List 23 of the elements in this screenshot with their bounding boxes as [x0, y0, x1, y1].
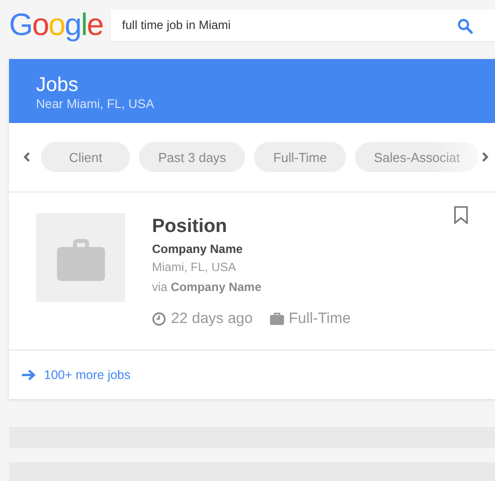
job-source: via Company Name: [152, 279, 262, 296]
job-location: Miami, FL, USA: [152, 259, 238, 276]
search-field[interactable]: full time job in Miami: [111, 10, 495, 40]
chevron-right-icon[interactable]: [481, 152, 489, 162]
search-icon[interactable]: [457, 18, 473, 34]
filter-chip[interactable]: Full-Time: [254, 142, 346, 172]
jobs-location: Near Miami, FL, USA: [36, 96, 156, 112]
bookmark-icon[interactable]: [454, 206, 468, 224]
filter-chip[interactable]: Sales-Associat: [354, 142, 479, 172]
google-logo[interactable]: Google: [9, 8, 104, 42]
more-jobs-link[interactable]: 100+ more jobs: [22, 368, 131, 382]
more-jobs-text[interactable]: 100+ more jobs: [44, 368, 131, 382]
clock-icon: [152, 312, 166, 326]
filter-chip[interactable]: Past 3 days: [139, 142, 246, 172]
job-title[interactable]: Position: [152, 216, 351, 238]
jobs-title: Jobs: [36, 74, 80, 96]
filter-chip[interactable]: Client: [41, 142, 130, 172]
company-name: Company Name: [152, 241, 244, 257]
chevron-left-icon[interactable]: [23, 152, 31, 162]
posted-time: 22 days ago: [171, 310, 253, 327]
job-type: Full-Time: [288, 310, 351, 327]
arrow-right-icon: [22, 369, 36, 381]
briefcase-icon: [270, 312, 284, 325]
